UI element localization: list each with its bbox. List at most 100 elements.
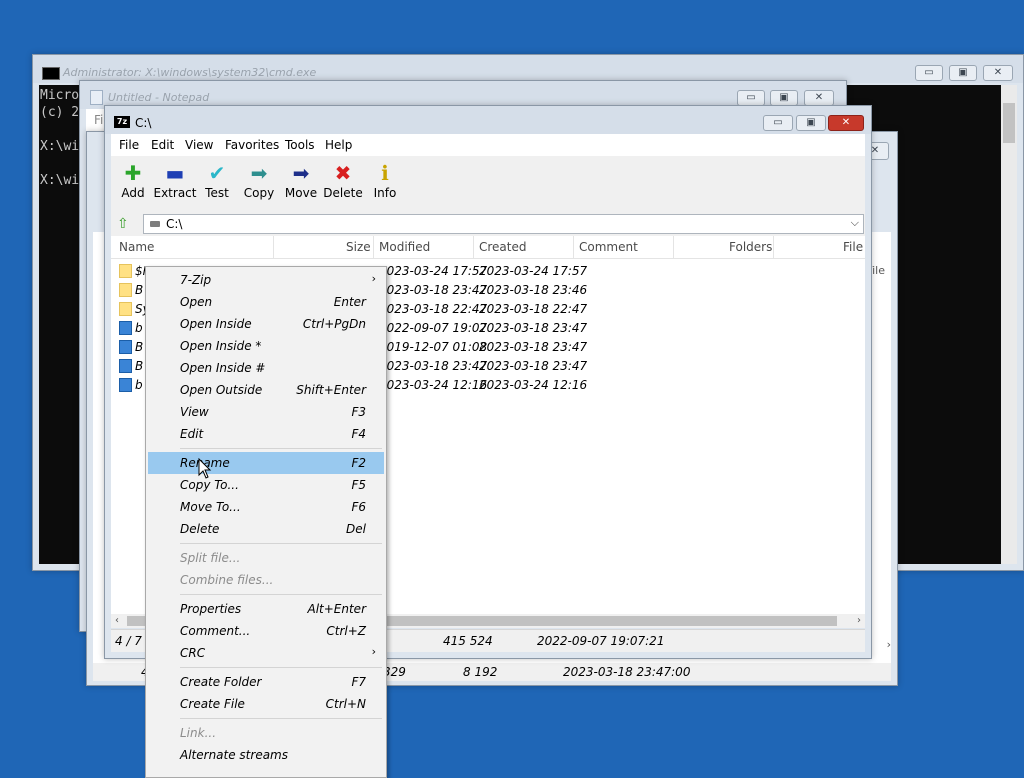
- column-divider: [573, 236, 574, 258]
- back-status-cell: 8 192: [463, 665, 498, 679]
- column-divider: [373, 236, 374, 258]
- menu-file[interactable]: File: [119, 138, 139, 152]
- extract-icon: ▬: [165, 161, 185, 185]
- menu-item-properties[interactable]: Properties Alt+Enter: [148, 598, 384, 620]
- menu-item-alternate-streams[interactable]: Alternate streams: [148, 744, 384, 766]
- chevron-right-icon: ›: [371, 272, 376, 285]
- menu-item-label: Combine files...: [180, 573, 274, 587]
- menu-item-shortcut: F4: [351, 427, 366, 441]
- menu-item-shortcut: F6: [351, 500, 366, 514]
- scroll-right-arrow-icon[interactable]: ›: [857, 614, 861, 628]
- cmd-scroll-thumb[interactable]: [1003, 103, 1015, 143]
- cmd-titlebar[interactable]: Administrator: X:\windows\system32\cmd.e…: [33, 55, 1023, 83]
- zip-titlebar[interactable]: 7z C:\ ▭ ▣ ✕: [105, 106, 871, 134]
- menu-tools[interactable]: Tools: [285, 138, 315, 152]
- close-icon: ✕: [993, 67, 1003, 78]
- address-text: C:\: [166, 217, 183, 231]
- menu-item-open[interactable]: Open Enter: [148, 291, 384, 313]
- column-header-created[interactable]: Created: [479, 240, 527, 254]
- back-scroll-right[interactable]: ›: [887, 638, 891, 651]
- cell-created: 2023-03-18 22:47: [479, 302, 588, 316]
- notepad-icon: [90, 90, 103, 105]
- add-button[interactable]: ✚ Add: [111, 160, 155, 200]
- notepad-close-button[interactable]: ✕: [804, 90, 834, 106]
- notepad-maximize-button[interactable]: ▣: [770, 90, 798, 106]
- cell-name: b: [135, 378, 143, 392]
- menu-item-shortcut: Alt+Enter: [307, 602, 366, 616]
- copy-button[interactable]: ➡ Copy: [237, 160, 281, 200]
- status-size: 415 524: [443, 634, 493, 648]
- menu-item-shortcut: F2: [351, 456, 366, 470]
- cell-modified: 2019-12-07 01:08: [379, 340, 488, 354]
- column-header-modified[interactable]: Modified: [379, 240, 430, 254]
- menu-item-7-zip[interactable]: 7-Zip ›: [148, 269, 384, 291]
- up-folder-button[interactable]: ⇧: [117, 215, 135, 233]
- column-header-name[interactable]: Name: [119, 240, 154, 254]
- menu-favorites[interactable]: Favorites: [225, 138, 279, 152]
- menu-help[interactable]: Help: [325, 138, 352, 152]
- cell-name: B: [135, 283, 144, 297]
- menu-item-label: Open Inside #: [180, 361, 266, 375]
- menu-item-view[interactable]: View F3: [148, 401, 384, 423]
- cell-modified: 2023-03-24 17:57: [379, 264, 488, 278]
- zip-maximize-button[interactable]: ▣: [796, 115, 826, 131]
- menu-item-move-to[interactable]: Move To... F6: [148, 496, 384, 518]
- menu-item-open-inside[interactable]: Open Inside *: [148, 335, 384, 357]
- menu-item-edit[interactable]: Edit F4: [148, 423, 384, 445]
- cmd-maximize-button[interactable]: ▣: [949, 65, 977, 81]
- column-divider: [273, 236, 274, 258]
- menu-item-comment[interactable]: Comment... Ctrl+Z: [148, 620, 384, 642]
- zip-close-button[interactable]: ✕: [828, 115, 864, 131]
- column-header-files[interactable]: File: [843, 240, 863, 254]
- toolbar-label: Copy: [243, 186, 275, 200]
- menu-item-label: Alternate streams: [180, 748, 288, 762]
- scroll-left-arrow-icon[interactable]: ‹: [115, 614, 119, 628]
- add-icon: ✚: [124, 161, 142, 185]
- menu-item-open-inside[interactable]: Open Inside Ctrl+PgDn: [148, 313, 384, 335]
- menu-item-delete[interactable]: Delete Del: [148, 518, 384, 540]
- zip-title: C:\: [135, 116, 152, 130]
- cmd-scrollbar[interactable]: [1001, 85, 1017, 564]
- chevron-down-icon[interactable]: ⌵: [851, 216, 859, 230]
- test-button[interactable]: ✔ Test: [195, 160, 239, 200]
- menu-edit[interactable]: Edit: [151, 138, 174, 152]
- menu-item-split-file: Split file...: [148, 547, 384, 569]
- file-icon: [119, 321, 132, 335]
- address-combobox[interactable]: C:\ ⌵: [143, 214, 864, 234]
- menu-item-label: Copy To...: [180, 478, 239, 492]
- menu-item-crc[interactable]: CRC ›: [148, 642, 384, 664]
- close-icon: ✕: [814, 92, 824, 103]
- column-header-comment[interactable]: Comment: [579, 240, 638, 254]
- address-bar: ⇧ C:\ ⌵: [111, 212, 865, 237]
- cell-modified: 2023-03-18 22:47: [379, 302, 488, 316]
- menu-item-copy-to[interactable]: Copy To... F5: [148, 474, 384, 496]
- info-button[interactable]: ℹ Info: [363, 160, 407, 200]
- cmd-icon: [42, 67, 60, 80]
- cell-created: 2023-03-18 23:47: [479, 321, 588, 335]
- menu-item-create-folder[interactable]: Create Folder F7: [148, 671, 384, 693]
- cmd-minimize-button[interactable]: ▭: [915, 65, 943, 81]
- close-icon: ✕: [841, 117, 851, 128]
- drive-icon: [150, 221, 160, 227]
- file-icon: [119, 340, 132, 354]
- menu-item-label: CRC: [180, 646, 206, 660]
- menu-item-create-file[interactable]: Create File Ctrl+N: [148, 693, 384, 715]
- extract-button[interactable]: ▬ Extract: [153, 160, 197, 200]
- column-header-size[interactable]: Size: [346, 240, 371, 254]
- menu-view[interactable]: View: [185, 138, 213, 152]
- move-button[interactable]: ➡ Move: [279, 160, 323, 200]
- column-header-folders[interactable]: Folders: [729, 240, 772, 254]
- menu-item-shortcut: Shift+Enter: [296, 383, 366, 397]
- menu-item-open-outside[interactable]: Open Outside Shift+Enter: [148, 379, 384, 401]
- cmd-close-button[interactable]: ✕: [983, 65, 1013, 81]
- menu-separator: [180, 594, 382, 595]
- zip-minimize-button[interactable]: ▭: [763, 115, 793, 131]
- close-icon: ✕: [870, 145, 880, 156]
- notepad-menu-file[interactable]: Fi: [94, 113, 103, 127]
- cell-created: 2023-03-18 23:46: [479, 283, 588, 297]
- notepad-minimize-button[interactable]: ▭: [737, 90, 765, 106]
- menu-item-open-inside[interactable]: Open Inside #: [148, 357, 384, 379]
- menu-item-rename[interactable]: Rename F2: [148, 452, 384, 474]
- delete-button[interactable]: ✖ Delete: [321, 160, 365, 200]
- menu-item-shortcut: Del: [346, 522, 366, 536]
